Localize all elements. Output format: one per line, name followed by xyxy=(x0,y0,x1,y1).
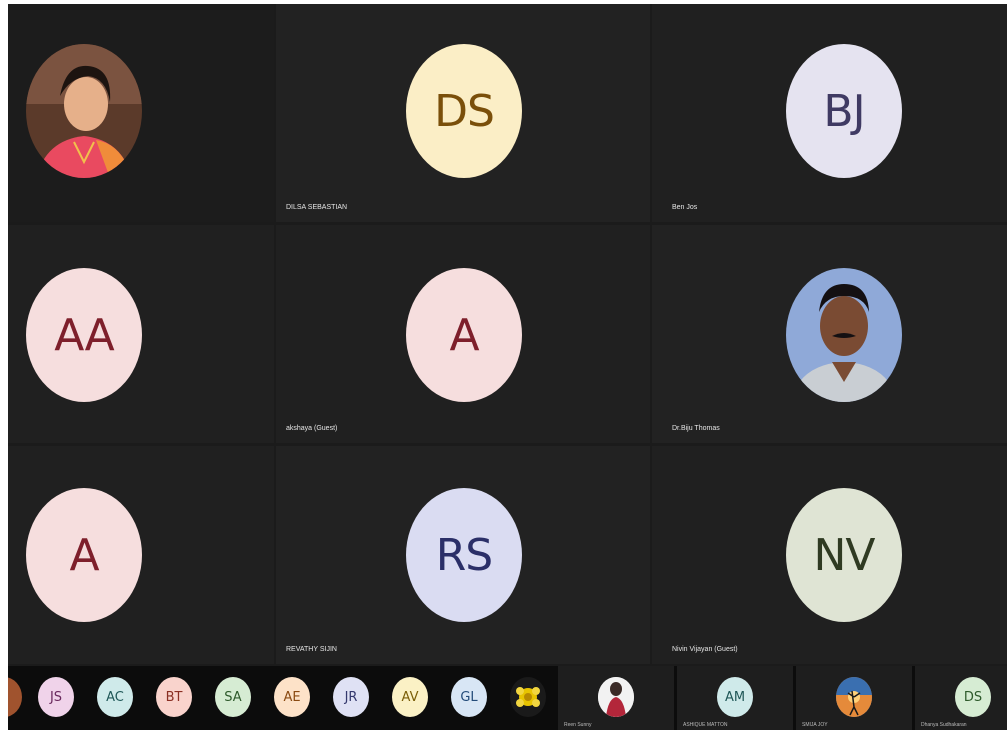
avatar-initials: RS xyxy=(435,529,494,581)
woman-photo-icon xyxy=(26,44,142,178)
participant-name: Nivin Vijayan (Guest) xyxy=(672,646,738,653)
participant-tile[interactable]: A xyxy=(8,446,274,664)
mini-initials: AM xyxy=(724,689,746,705)
mini-photo-avatar[interactable] xyxy=(510,677,546,717)
initials-avatar: A xyxy=(26,488,142,622)
initials-avatar: AA xyxy=(26,268,142,402)
participant-tile[interactable]: BJ Ben Jos xyxy=(652,4,1007,222)
mini-initials: AC xyxy=(106,689,124,705)
mini-photo-avatar xyxy=(598,677,634,717)
participant-name: Dr.Biju Thomas xyxy=(672,425,720,432)
initials-avatar: NV xyxy=(786,488,902,622)
strip-participant-name: Reen Sunny xyxy=(564,722,592,728)
strip-participant-tile[interactable]: SMIJA JOY xyxy=(796,666,912,730)
initials-avatar: BJ xyxy=(786,44,902,178)
participant-tile[interactable]: NV Nivin Vijayan (Guest) xyxy=(652,446,1007,664)
participant-name: akshaya (Guest) xyxy=(286,425,338,432)
mini-initials-avatar[interactable]: GL xyxy=(451,677,487,717)
mini-initials: GL xyxy=(460,689,478,705)
strip-participant-tile[interactable]: AM ASHIQUE MATTON xyxy=(677,666,793,730)
participant-tile[interactable]: RS REVATHY SIJIN xyxy=(276,446,650,664)
mini-initials: DS xyxy=(963,689,983,705)
participant-name: REVATHY SIJIN xyxy=(286,646,337,653)
mini-initials-avatar[interactable]: JR xyxy=(333,677,369,717)
mini-initials-avatar: DS xyxy=(955,677,991,717)
mini-initials: BT xyxy=(165,689,183,705)
avatar-initials: A xyxy=(69,529,99,581)
participant-photo-avatar xyxy=(26,44,142,178)
initials-avatar: A xyxy=(406,268,522,402)
meeting-gallery: DS DILSA SEBASTIAN BJ Ben Jos AA A aksha… xyxy=(8,4,1007,730)
initials-avatar: DS xyxy=(406,44,522,178)
participant-tile[interactable]: DS DILSA SEBASTIAN xyxy=(276,4,650,222)
mini-initials: AE xyxy=(283,689,301,705)
participant-tile[interactable]: AA xyxy=(8,225,274,443)
mini-initials-avatar[interactable]: BT xyxy=(156,677,192,717)
mini-initials: JR xyxy=(344,689,358,705)
participant-strip: JS AC BT SA AE JR AV GL Reen Sunny AM AS… xyxy=(8,666,1007,730)
mini-initials-avatar[interactable]: AC xyxy=(97,677,133,717)
mini-initials-avatar: AM xyxy=(717,677,753,717)
mini-initials-avatar[interactable]: JS xyxy=(38,677,74,717)
participant-photo-avatar xyxy=(786,268,902,402)
strip-participant-name: Dhanya Sudhakaran xyxy=(921,722,967,728)
strip-participant-name: SMIJA JOY xyxy=(802,722,828,728)
mini-initials-avatar[interactable]: SA xyxy=(215,677,251,717)
avatar-initials: A xyxy=(449,309,479,361)
participant-tile[interactable]: Dr.Biju Thomas xyxy=(652,225,1007,443)
avatar-initials: AA xyxy=(54,309,114,361)
mini-initials: AV xyxy=(401,689,419,705)
strip-participant-tile[interactable]: DS Dhanya Sudhakaran xyxy=(915,666,1007,730)
mini-initials: JS xyxy=(49,689,63,705)
avatar-initials: BJ xyxy=(823,85,865,137)
mini-photo-avatar[interactable] xyxy=(8,677,22,717)
strip-participant-name: ASHIQUE MATTON xyxy=(683,722,728,728)
mini-initials: SA xyxy=(224,689,242,705)
participant-tile[interactable] xyxy=(8,4,274,222)
initials-avatar: RS xyxy=(406,488,522,622)
flower-photo-icon xyxy=(516,687,540,707)
sunset-photo-icon xyxy=(836,677,872,717)
strip-participant-tile[interactable]: Reen Sunny xyxy=(558,666,674,730)
mini-photo-avatar xyxy=(836,677,872,717)
mini-initials-avatar[interactable]: AE xyxy=(274,677,310,717)
participant-name: Ben Jos xyxy=(672,204,698,211)
mini-initials-avatar[interactable]: AV xyxy=(392,677,428,717)
participant-name: DILSA SEBASTIAN xyxy=(286,204,348,211)
person-photo-icon xyxy=(598,677,634,717)
avatar-initials: NV xyxy=(813,529,875,581)
participant-tile[interactable]: A akshaya (Guest) xyxy=(276,225,650,443)
man-photo-icon xyxy=(786,268,902,402)
avatar-initials: DS xyxy=(434,85,495,137)
